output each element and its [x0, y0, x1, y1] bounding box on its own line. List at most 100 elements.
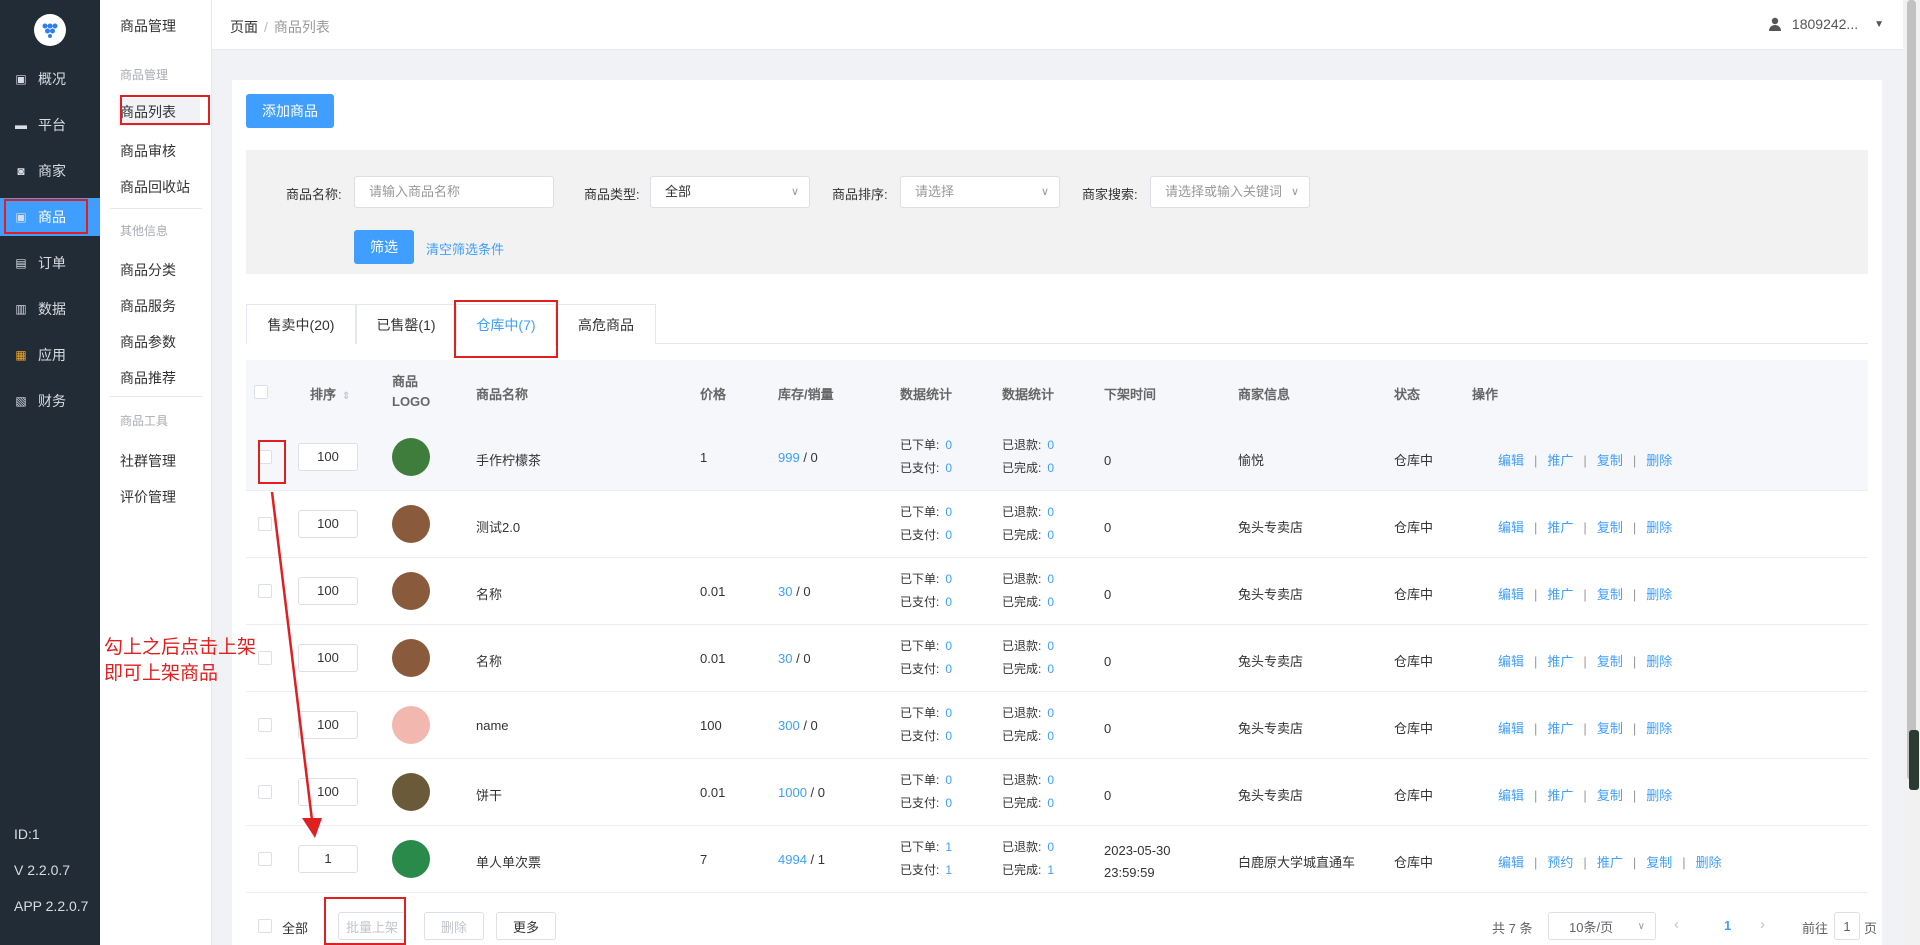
- goods-name-link[interactable]: name: [476, 718, 509, 733]
- sub-item-params[interactable]: 商品参数: [120, 332, 176, 352]
- sub-item-reviews[interactable]: 评价管理: [120, 487, 176, 507]
- row-checkbox[interactable]: [258, 785, 272, 799]
- op-link[interactable]: 推广: [1547, 721, 1573, 736]
- goods-name-link[interactable]: 名称: [476, 584, 502, 603]
- sub-item-service[interactable]: 商品服务: [120, 296, 176, 316]
- op-link[interactable]: 编辑: [1498, 453, 1524, 468]
- sub-item-recycle[interactable]: 商品回收站: [120, 177, 190, 197]
- sub-item-category[interactable]: 商品分类: [120, 260, 176, 280]
- nav-item-4[interactable]: ▤ 订单: [0, 244, 100, 282]
- op-link[interactable]: 推广: [1547, 520, 1573, 535]
- row-actions: 编辑 | 推广 | 复制 | 删除: [1498, 785, 1672, 804]
- goods-name-link[interactable]: 单人单次票: [476, 852, 541, 871]
- user-menu[interactable]: 1809242... ▼: [1768, 16, 1884, 32]
- op-link[interactable]: 编辑: [1498, 788, 1524, 803]
- op-link[interactable]: 删除: [1646, 453, 1672, 468]
- page-size-select[interactable]: 10条/页 ∨: [1548, 912, 1656, 940]
- nav-item-5[interactable]: ▥ 数据: [0, 290, 100, 328]
- nav-item-1[interactable]: ▬ 平台: [0, 106, 100, 144]
- op-link[interactable]: 复制: [1597, 587, 1623, 602]
- row-checkbox[interactable]: [258, 517, 272, 531]
- goods-name-link[interactable]: 测试2.0: [476, 517, 520, 536]
- goods-name-link[interactable]: 手作柠檬茶: [476, 450, 541, 469]
- next-page-icon[interactable]: ›: [1760, 916, 1765, 933]
- th-sort[interactable]: 排序 ⇕: [310, 384, 350, 403]
- op-link[interactable]: 编辑: [1498, 721, 1524, 736]
- op-link[interactable]: 删除: [1646, 654, 1672, 669]
- op-link[interactable]: 删除: [1646, 520, 1672, 535]
- op-link[interactable]: 复制: [1597, 721, 1623, 736]
- merchant-link[interactable]: 兔头专卖店: [1238, 517, 1303, 536]
- nav-item-0[interactable]: ▣ 概况: [0, 60, 100, 98]
- scroll-grip[interactable]: [1909, 730, 1919, 790]
- op-link[interactable]: 推广: [1547, 788, 1573, 803]
- select-all-checkbox[interactable]: [258, 919, 272, 933]
- tab-sold-out[interactable]: 已售罄(1): [356, 304, 456, 344]
- merchant-link[interactable]: 兔头专卖店: [1238, 718, 1303, 737]
- op-link[interactable]: 复制: [1597, 453, 1623, 468]
- goods-name-input[interactable]: 请输入商品名称: [354, 176, 554, 208]
- op-link[interactable]: 删除: [1646, 788, 1672, 803]
- op-link[interactable]: 编辑: [1498, 855, 1524, 870]
- sort-input[interactable]: 100: [298, 644, 358, 672]
- page-scrollbar[interactable]: [1903, 0, 1920, 945]
- sub-item-goods-review[interactable]: 商品审核: [120, 141, 176, 161]
- batch-delete-button[interactable]: 删除: [424, 912, 484, 940]
- breadcrumb-root[interactable]: 页面: [230, 19, 258, 35]
- row-checkbox[interactable]: [258, 584, 272, 598]
- op-link[interactable]: 删除: [1646, 587, 1672, 602]
- goods-name-link[interactable]: 名称: [476, 651, 502, 670]
- merchant-search-select[interactable]: 请选择或输入关键词 ∨: [1150, 176, 1310, 208]
- op-link[interactable]: 推广: [1597, 855, 1623, 870]
- row-checkbox[interactable]: [258, 651, 272, 665]
- row-checkbox[interactable]: [258, 718, 272, 732]
- row-checkbox[interactable]: [258, 852, 272, 866]
- filter-submit-button[interactable]: 筛选: [354, 230, 414, 264]
- goto-page-input[interactable]: 1: [1834, 912, 1860, 940]
- op-link[interactable]: 复制: [1597, 520, 1623, 535]
- nav-item-7[interactable]: ▧ 财务: [0, 382, 100, 420]
- more-actions-button[interactable]: 更多: [496, 912, 556, 940]
- nav-item-6[interactable]: ▦ 应用: [0, 336, 100, 374]
- op-link[interactable]: 推广: [1547, 453, 1573, 468]
- merchant-link[interactable]: 兔头专卖店: [1238, 584, 1303, 603]
- op-link[interactable]: 删除: [1646, 721, 1672, 736]
- op-link[interactable]: 复制: [1646, 855, 1672, 870]
- sort-input[interactable]: 100: [298, 577, 358, 605]
- sort-input[interactable]: 100: [298, 510, 358, 538]
- goods-sort-select[interactable]: 请选择 ∨: [900, 176, 1060, 208]
- sort-input[interactable]: 1: [298, 845, 358, 873]
- sub-item-community[interactable]: 社群管理: [120, 451, 176, 471]
- clear-filter-link[interactable]: 清空筛选条件: [426, 239, 504, 258]
- tab-on-sale[interactable]: 售卖中(20): [246, 304, 356, 344]
- sort-input[interactable]: 100: [298, 711, 358, 739]
- op-link[interactable]: 编辑: [1498, 587, 1524, 602]
- add-goods-button[interactable]: 添加商品: [246, 94, 334, 128]
- op-link[interactable]: 删除: [1696, 855, 1722, 870]
- select-all-header-checkbox[interactable]: [254, 385, 268, 399]
- page-number-current[interactable]: 1: [1724, 918, 1731, 933]
- merchant-link[interactable]: 白鹿原大学城直通车: [1238, 852, 1355, 871]
- op-link[interactable]: 预约: [1547, 855, 1573, 870]
- goods-name-link[interactable]: 饼干: [476, 785, 502, 804]
- op-link[interactable]: 复制: [1597, 654, 1623, 669]
- nav-item-2[interactable]: ◙ 商家: [0, 152, 100, 190]
- tab-high-risk[interactable]: 高危商品: [556, 304, 656, 344]
- select-all-label[interactable]: 全部: [282, 918, 308, 937]
- goods-type-select[interactable]: 全部 ∨: [650, 176, 810, 208]
- op-link[interactable]: 复制: [1597, 788, 1623, 803]
- scrollbar-thumb[interactable]: [1907, 0, 1916, 780]
- prev-page-icon[interactable]: ‹: [1674, 916, 1679, 933]
- ops-separator: |: [1632, 654, 1637, 669]
- merchant-link[interactable]: 愉悦: [1238, 450, 1264, 469]
- sort-input[interactable]: 100: [298, 443, 358, 471]
- merchant-filter-label: 商家搜索:: [1082, 187, 1138, 202]
- sub-item-recommend[interactable]: 商品推荐: [120, 368, 176, 388]
- op-link[interactable]: 推广: [1547, 587, 1573, 602]
- op-link[interactable]: 编辑: [1498, 654, 1524, 669]
- op-link[interactable]: 推广: [1547, 654, 1573, 669]
- merchant-link[interactable]: 兔头专卖店: [1238, 785, 1303, 804]
- op-link[interactable]: 编辑: [1498, 520, 1524, 535]
- merchant-link[interactable]: 兔头专卖店: [1238, 651, 1303, 670]
- sort-input[interactable]: 100: [298, 778, 358, 806]
